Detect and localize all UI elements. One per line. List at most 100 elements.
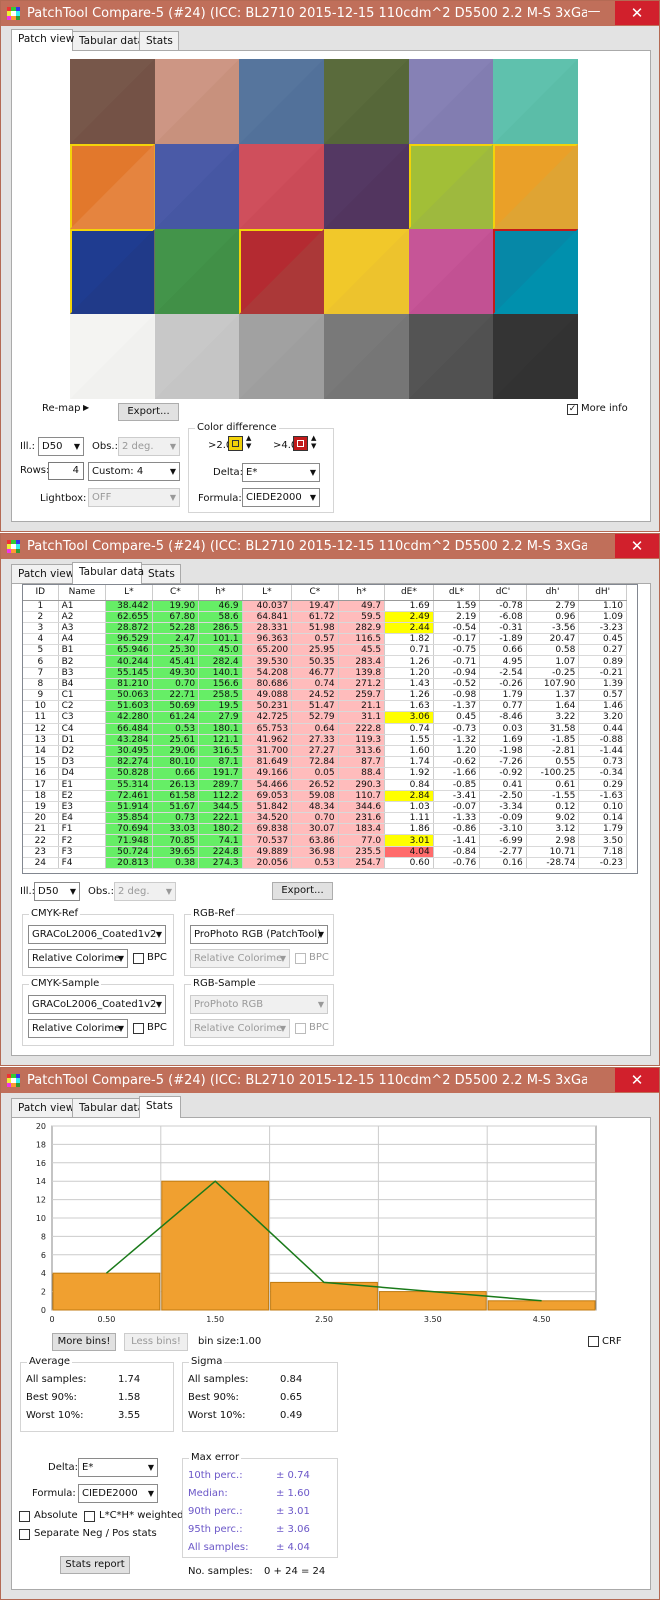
spin-down-icon[interactable]: ▼ xyxy=(311,442,316,450)
export-button[interactable]: Export... xyxy=(118,403,179,421)
column-header[interactable]: dH' xyxy=(578,585,627,601)
color-patch[interactable] xyxy=(70,59,155,144)
rgb-ref-profile-select[interactable]: ProPhoto RGB (PatchTool) ▼ xyxy=(190,925,328,944)
table-row[interactable]: 4 A4 96.529 2.47 101.1 96.363 0.57 116.5 1.82 -0.… xyxy=(23,633,627,646)
illuminant-select[interactable]: D50 ▼ xyxy=(34,882,80,901)
rows-input[interactable]: 4 xyxy=(48,462,84,480)
color-patch[interactable] xyxy=(70,229,155,314)
cmyk-ref-profile-select[interactable]: GRACoL2006_Coated1v2 ▼ xyxy=(28,925,166,944)
table-row[interactable]: 14 D2 30.495 29.06 316.5 31.700 27.27 313.6 1.60… xyxy=(23,745,627,758)
table-row[interactable]: 3 A3 28.872 52.28 286.5 28.331 51.98 282.9 2.44-… xyxy=(23,622,627,635)
color-patch[interactable] xyxy=(408,229,494,314)
close-icon[interactable]: ✕ xyxy=(615,1068,659,1092)
color-patch[interactable] xyxy=(323,229,409,314)
table-row[interactable]: 15 D3 82.274 80.10 87.1 81.649 72.84 87.7 1.74 -0… xyxy=(23,756,627,769)
absolute-checkbox[interactable] xyxy=(19,1511,30,1522)
tab-tabular-data[interactable]: Tabular data xyxy=(72,1098,144,1117)
color-patch[interactable] xyxy=(239,229,324,314)
observer-select[interactable]: 2 deg. ▼ xyxy=(114,882,176,901)
table-row[interactable]: 2 A2 62.655 67.80 58.6 64.841 61.72 59.5 2.49 2.1… xyxy=(23,611,627,623)
spin-up-icon[interactable]: ▲ xyxy=(311,434,316,442)
error-color-swatch[interactable] xyxy=(293,436,308,451)
cmyk-sample-profile-select[interactable]: GRACoL2006_Coated1v2 ▼ xyxy=(28,995,166,1014)
title-bar[interactable]: PatchTool Compare-5 (#24) (ICC: BL2710 2… xyxy=(1,1,659,26)
table-row[interactable]: 8 B4 81.210 0.70 156.6 80.686 0.74 271.2 1.43 -0.… xyxy=(23,678,627,691)
color-patch[interactable] xyxy=(70,314,155,399)
table-row[interactable]: 23 F3 50.724 39.65 224.8 49.889 36.98 235.5 4.04… xyxy=(23,846,627,858)
lightbox-select[interactable]: OFF ▼ xyxy=(88,488,180,507)
rgb-ref-bpc-checkbox[interactable] xyxy=(295,953,306,964)
table-row[interactable]: 21 F1 70.694 33.03 180.2 69.838 30.07 183.4 1.86… xyxy=(23,823,627,836)
close-icon[interactable]: ✕ xyxy=(615,534,659,558)
table-row[interactable]: 10 C2 51.603 50.69 19.5 50.231 51.47 21.1 1.63 -1… xyxy=(23,700,627,713)
formula-select[interactable]: CIEDE2000 ▼ xyxy=(78,1484,158,1503)
tab-stats[interactable]: Stats xyxy=(139,31,179,50)
stats-report-button[interactable]: Stats report xyxy=(60,1556,130,1574)
tab-patch-view[interactable]: Patch view xyxy=(11,1098,74,1117)
delta-select[interactable]: E* ▼ xyxy=(78,1458,158,1477)
column-header[interactable]: h* xyxy=(338,585,386,601)
tab-patch-view[interactable]: Patch view xyxy=(11,564,74,583)
title-bar[interactable]: PatchTool Compare-5 (#24) (ICC: BL2710 2… xyxy=(1,1068,659,1093)
table-row[interactable]: 19 E3 51.914 51.67 344.5 51.842 48.34 344.6 1.03… xyxy=(23,801,627,814)
color-patch[interactable] xyxy=(239,59,324,144)
color-patch[interactable] xyxy=(408,144,494,229)
table-row[interactable]: 13 D1 43.284 25.61 121.1 41.962 27.33 119.3 1.55… xyxy=(23,734,627,746)
column-header[interactable]: L* xyxy=(242,585,293,601)
lch-weighted-checkbox[interactable] xyxy=(84,1511,95,1522)
illuminant-select[interactable]: D50 ▼ xyxy=(38,437,84,456)
observer-select[interactable]: 2 deg. ▼ xyxy=(118,437,180,456)
color-patch[interactable] xyxy=(239,314,324,399)
table-row[interactable]: 5 B1 65.946 25.30 45.0 65.200 25.95 45.5 0.71 -0.… xyxy=(23,644,627,657)
color-patch[interactable] xyxy=(408,314,494,399)
remap-label[interactable]: Re-map xyxy=(42,403,80,414)
cmyk-sample-intent-select[interactable]: Relative Colorime ▼ xyxy=(28,1019,128,1038)
cmyk-ref-intent-select[interactable]: Relative Colorime ▼ xyxy=(28,949,128,968)
rows-mode-select[interactable]: Custom: 4 ▼ xyxy=(88,462,180,481)
column-header[interactable]: dC' xyxy=(479,585,527,601)
column-header[interactable]: C* xyxy=(152,585,200,601)
table-row[interactable]: 24 F4 20.813 0.38 274.3 20.056 0.53 254.7 0.60 -0… xyxy=(23,857,627,870)
table-row[interactable]: 11 C3 42.280 61.24 27.9 42.725 52.79 31.1 3.06 0.… xyxy=(23,711,627,724)
tab-tabular-data[interactable]: Tabular data xyxy=(72,31,144,50)
tab-patch-view[interactable]: Patch view xyxy=(11,29,74,51)
more-info-checkbox[interactable]: ✓ xyxy=(567,404,578,415)
column-header[interactable]: L* xyxy=(105,585,153,601)
color-patch[interactable] xyxy=(154,229,240,314)
rgb-sample-intent-select[interactable]: Relative Colorime ▼ xyxy=(190,1019,290,1038)
color-patch[interactable] xyxy=(493,229,578,314)
color-patch[interactable] xyxy=(323,314,409,399)
tab-stats[interactable]: Stats xyxy=(139,1096,181,1118)
color-patch[interactable] xyxy=(408,59,494,144)
tab-stats[interactable]: Stats xyxy=(141,564,181,583)
cmyk-ref-bpc-checkbox[interactable] xyxy=(133,953,144,964)
color-patch[interactable] xyxy=(239,144,324,229)
table-row[interactable]: 6 B2 40.244 45.41 282.4 39.530 50.35 283.4 1.26-… xyxy=(23,655,627,668)
color-patch[interactable] xyxy=(154,59,240,144)
spin-down-icon[interactable]: ▼ xyxy=(246,442,251,450)
table-row[interactable]: 7 B3 55.145 49.30 140.1 54.208 46.77 139.8 1.20-… xyxy=(23,667,627,679)
warn-spin[interactable]: ▲ ▼ xyxy=(246,434,251,450)
table-row[interactable]: 22 F2 71.948 70.85 74.1 70.537 63.86 77.0 3.01 -1… xyxy=(23,834,627,847)
table-row[interactable]: 20 E4 35.854 0.73 222.1 34.520 0.70 231.6 1.11 -1… xyxy=(23,812,627,825)
color-patch[interactable] xyxy=(154,314,240,399)
rgb-sample-bpc-checkbox[interactable] xyxy=(295,1023,306,1034)
separate-negpos-checkbox[interactable] xyxy=(19,1529,30,1540)
rgb-sample-profile-select[interactable]: ProPhoto RGB ▼ xyxy=(190,995,328,1014)
column-header[interactable]: h* xyxy=(198,585,243,601)
table-row[interactable]: 12 C4 66.484 0.53 180.1 65.753 0.64 222.8 0.74 -0… xyxy=(23,723,627,735)
warn-color-swatch[interactable] xyxy=(228,436,243,451)
color-patch[interactable] xyxy=(323,144,409,229)
spin-up-icon[interactable]: ▲ xyxy=(246,434,251,442)
column-header[interactable]: Name xyxy=(58,585,107,601)
table-row[interactable]: 18 E2 72.461 61.58 112.2 69.053 59.08 110.7 2.84… xyxy=(23,790,627,802)
title-bar[interactable]: PatchTool Compare-5 (#24) (ICC: BL2710 2… xyxy=(1,534,659,559)
table-row[interactable]: 9 C1 50.063 22.71 258.5 49.088 24.52 259.7 1.26-… xyxy=(23,689,627,702)
close-icon[interactable]: ✕ xyxy=(615,1,659,25)
error-spin[interactable]: ▲ ▼ xyxy=(311,434,316,450)
color-patch[interactable] xyxy=(323,59,409,144)
crf-checkbox[interactable] xyxy=(588,1336,599,1347)
formula-select[interactable]: CIEDE2000 ▼ xyxy=(242,488,320,507)
color-patch[interactable] xyxy=(154,144,240,229)
less-bins-button[interactable]: Less bins! xyxy=(124,1333,188,1351)
